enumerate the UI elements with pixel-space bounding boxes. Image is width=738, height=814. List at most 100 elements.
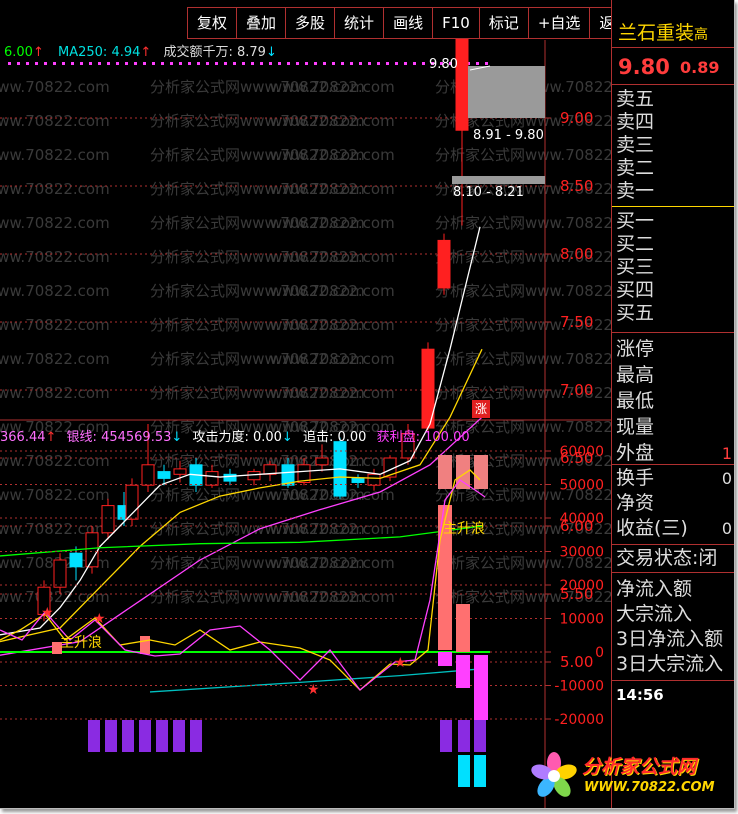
candle-body	[367, 473, 381, 486]
net-inflow-label: 净流入额	[616, 578, 693, 600]
price-tick-label: 8.00	[560, 245, 593, 263]
chart-area[interactable]: www.70822.com 分析家公式网www.70822.com www.7082…	[0, 0, 640, 808]
site-logo: 分析家公式网 WWW.70822.COM	[528, 748, 734, 804]
high-label: 最高	[616, 364, 655, 386]
signal-bar	[105, 720, 117, 752]
watermark-text: www.70822.com	[270, 214, 395, 232]
price-tick-label: 5.00	[560, 653, 593, 671]
dotted-marker	[17, 62, 20, 65]
buy-2-label: 买二	[616, 233, 655, 255]
add-watchlist-button[interactable]: +自选	[527, 7, 590, 39]
dotted-marker	[350, 62, 353, 65]
chase-value: 0.00	[337, 430, 367, 445]
signal-bar	[440, 720, 452, 752]
volume-tick-label: -10000	[554, 679, 604, 695]
net-asset-label: 净资	[616, 492, 655, 514]
dotted-marker	[359, 62, 362, 65]
price-change: 0.89	[680, 58, 720, 77]
overlay-button[interactable]: 叠加	[236, 7, 286, 39]
toolbar: 复权 叠加 多股 统计 画线 F10 标记 +自选 返回	[187, 7, 640, 39]
watermark-text: www.70822.com	[270, 282, 395, 300]
signal-bar	[173, 720, 185, 752]
dotted-marker	[62, 62, 65, 65]
candle-body	[223, 473, 237, 482]
band-lower-label: 8.10 - 8.21	[453, 185, 524, 200]
watermark-text: www.70822.com	[0, 146, 110, 164]
watermark-text: www.70822.com	[0, 384, 110, 402]
draw-line-button[interactable]: 画线	[383, 7, 433, 39]
dotted-marker	[395, 62, 398, 65]
dotted-marker	[323, 62, 326, 65]
kline-chart[interactable]: www.70822.com 分析家公式网www.70822.com www.7082…	[0, 0, 611, 808]
dotted-marker	[197, 62, 200, 65]
prev-indicator-value: 366.44	[0, 430, 46, 445]
buy-4-label: 买四	[616, 279, 655, 301]
chase-label: 追击:	[302, 430, 334, 445]
watermark-text: www.70822.com	[0, 350, 110, 368]
price-tick-label: 9.00	[560, 109, 593, 127]
signal-bar	[122, 720, 134, 752]
watermark-text: www.70822.com	[270, 588, 395, 606]
down-arrow-icon: ↓	[265, 45, 277, 60]
volume-tick-label: 60000	[559, 444, 604, 460]
indicator-header: 366.44↑ 银线: 454569.53↓ 攻击力度: 0.00↓ 追击: 0…	[0, 426, 470, 445]
candle-body	[101, 505, 115, 534]
silver-line-value: 454569.53	[101, 430, 172, 445]
current-volume-label: 现量	[616, 416, 655, 438]
fuquan-button[interactable]: 复权	[187, 7, 237, 39]
down-arrow-icon: ↓	[171, 430, 183, 445]
top-block	[474, 455, 488, 489]
dotted-marker	[476, 62, 479, 65]
turnover-label: 换手	[616, 467, 655, 489]
dotted-marker	[44, 62, 47, 65]
watermark-text: www.70822.com	[270, 146, 395, 164]
watermark-text: www.70822.com	[0, 486, 110, 504]
watermark-text: www.70822.com	[270, 520, 395, 538]
candle-body	[53, 559, 67, 588]
watermark-text: www.70822.com	[0, 78, 110, 96]
dotted-marker	[98, 62, 101, 65]
candle-body	[205, 471, 219, 486]
stock-name: 兰石重装高	[618, 22, 709, 44]
dotted-marker	[260, 62, 263, 65]
dotted-marker	[242, 62, 245, 65]
star-marker: ★	[93, 611, 106, 627]
watermark-text: www.70822.com	[270, 316, 395, 334]
band-upper-label: 8.91 - 9.80	[473, 128, 544, 143]
silver-line-label: 银线:	[66, 430, 97, 445]
wave-label: 主升浪	[60, 635, 102, 651]
mark-button[interactable]: 标记	[478, 7, 528, 39]
top-block	[438, 455, 452, 489]
up-arrow-icon: ↑	[32, 45, 44, 60]
volume-label: 成交额千万:	[163, 45, 233, 60]
buy-1-label: 买一	[616, 210, 655, 232]
earnings-value: 0	[721, 519, 732, 538]
limit-up-badge: 涨	[472, 400, 490, 418]
star-marker: ★	[307, 682, 320, 698]
dotted-marker	[296, 62, 299, 65]
dotted-marker	[53, 62, 56, 65]
dotted-marker	[152, 62, 155, 65]
target-band-lower	[452, 176, 545, 184]
statistics-button[interactable]: 统计	[334, 7, 384, 39]
signal-bar	[458, 755, 470, 787]
multi-stock-button[interactable]: 多股	[285, 7, 335, 39]
signal-bar	[190, 720, 202, 752]
app-window: www.70822.com分析家公式网www.70822.comwww.7082…	[0, 0, 735, 809]
signal-bar	[458, 720, 470, 752]
dotted-marker	[125, 62, 128, 65]
dotted-marker	[314, 62, 317, 65]
ma250-label: MA250:	[58, 45, 108, 60]
outer-volume-value: 1	[721, 444, 732, 463]
buy-5-label: 买五	[616, 302, 655, 324]
f10-button[interactable]: F10	[432, 7, 479, 39]
dotted-marker	[233, 62, 236, 65]
wave-label: 主升浪	[443, 521, 485, 537]
volume-bar	[474, 655, 488, 720]
dotted-marker	[404, 62, 407, 65]
dotted-marker	[8, 62, 11, 65]
target-band-upper	[468, 66, 545, 118]
signal-bar	[474, 720, 486, 752]
sell-1-label: 卖一	[616, 180, 655, 202]
trade-status: 交易状态:闭	[616, 547, 718, 569]
